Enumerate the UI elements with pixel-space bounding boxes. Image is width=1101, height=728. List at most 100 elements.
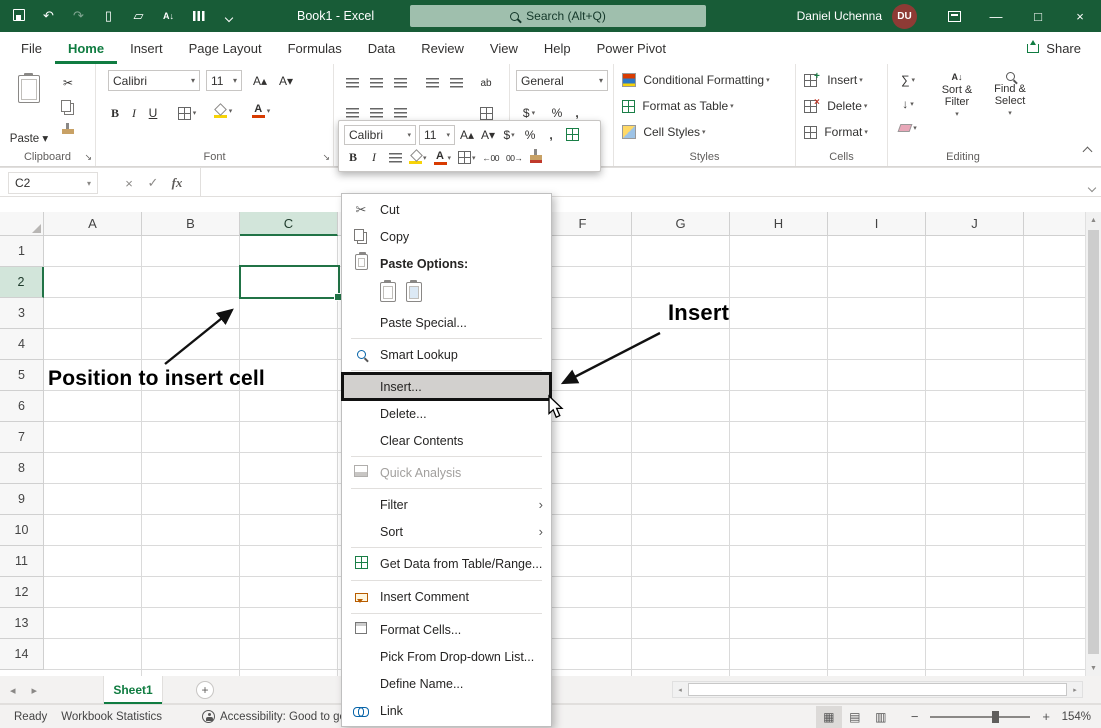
tab-review[interactable]: Review: [408, 32, 477, 64]
vertical-scroll-thumb[interactable]: [1088, 230, 1099, 654]
tab-power-pivot[interactable]: Power Pivot: [584, 32, 679, 64]
row-header-7[interactable]: 7: [0, 422, 44, 453]
formula-input[interactable]: [200, 168, 1071, 196]
menu-item-quick-analysis[interactable]: Quick Analysis: [342, 459, 551, 486]
enter-icon[interactable]: ✓: [142, 172, 164, 194]
mini-comma-icon[interactable]: ,: [542, 125, 560, 145]
row-header-8[interactable]: 8: [0, 453, 44, 484]
fill-button[interactable]: ↓▾: [894, 93, 922, 115]
new-file-icon[interactable]: ▯: [100, 8, 117, 24]
mini-fill-color-button[interactable]: ▾: [407, 148, 429, 168]
increase-font-icon[interactable]: A▴: [248, 70, 272, 92]
align-bottom-icon[interactable]: [390, 72, 410, 94]
paste-button[interactable]: Paste ▾: [6, 69, 52, 147]
mini-font-color-button[interactable]: A▾: [432, 148, 454, 168]
zoom-level[interactable]: 154%: [1053, 711, 1091, 723]
font-size-combo[interactable]: 11 ▾: [206, 70, 242, 91]
font-color-button[interactable]: A▾: [246, 100, 276, 122]
menu-item-sort[interactable]: Sort›: [342, 518, 551, 545]
row-header-11[interactable]: 11: [0, 546, 44, 577]
wrap-text-icon[interactable]: ab: [474, 72, 498, 94]
insert-function-icon[interactable]: fx: [166, 172, 188, 194]
cut-button[interactable]: ✂: [56, 72, 80, 94]
avatar[interactable]: DU: [892, 4, 917, 29]
column-header-b[interactable]: B: [142, 212, 240, 236]
mini-borders-button[interactable]: ▾: [456, 148, 478, 168]
bold-button[interactable]: B: [106, 102, 124, 124]
row-header-9[interactable]: 9: [0, 484, 44, 515]
menu-item-link[interactable]: Link: [342, 697, 551, 724]
paste-keep-formatting-icon[interactable]: [380, 282, 396, 305]
sheet-prev-icon[interactable]: ◂: [10, 684, 16, 697]
row-header-4[interactable]: 4: [0, 329, 44, 360]
autosum-button[interactable]: ∑▾: [894, 69, 922, 91]
column-header-a[interactable]: A: [44, 212, 142, 236]
row-header-6[interactable]: 6: [0, 391, 44, 422]
collapse-ribbon-icon[interactable]: [1084, 144, 1091, 158]
fill-color-button[interactable]: ▾: [208, 100, 238, 122]
mini-merge-icon[interactable]: [563, 125, 581, 145]
column-header-j[interactable]: J: [926, 212, 1024, 236]
cancel-icon[interactable]: ×: [118, 172, 140, 194]
row-header-10[interactable]: 10: [0, 515, 44, 546]
vertical-scrollbar[interactable]: ▲ ▼: [1085, 212, 1101, 676]
mini-font-size-combo[interactable]: 11▾: [419, 125, 455, 145]
row-header-13[interactable]: 13: [0, 608, 44, 639]
mini-increase-font-icon[interactable]: A▴: [458, 125, 476, 145]
scroll-down-icon[interactable]: ▼: [1086, 660, 1101, 676]
sheet-next-icon[interactable]: ▸: [32, 684, 38, 697]
conditional-formatting-button[interactable]: Conditional Formatting▾: [622, 69, 770, 91]
user-name[interactable]: Daniel Uchenna: [797, 9, 882, 23]
tab-view[interactable]: View: [477, 32, 531, 64]
zoom-out-icon[interactable]: −: [908, 709, 922, 724]
menu-item-get-data[interactable]: Get Data from Table/Range...: [342, 550, 551, 578]
mini-percent-icon[interactable]: %: [521, 125, 539, 145]
delete-cells-button[interactable]: × Delete▾: [804, 95, 867, 117]
font-name-combo[interactable]: Calibri ▾: [108, 70, 200, 91]
page-break-view-icon[interactable]: ▥: [868, 706, 894, 728]
mini-align-icon[interactable]: [386, 148, 404, 168]
sort-ascending-icon[interactable]: A↓: [160, 11, 177, 21]
menu-item-format-cells[interactable]: Format Cells...: [342, 616, 551, 643]
normal-view-icon[interactable]: ▦: [816, 706, 842, 728]
workbook-statistics[interactable]: Workbook Statistics: [61, 711, 162, 723]
tab-file[interactable]: File: [8, 32, 55, 64]
tab-insert[interactable]: Insert: [117, 32, 176, 64]
mini-decrease-decimal-icon[interactable]: ←00: [481, 148, 501, 168]
cell-styles-button[interactable]: Cell Styles▾: [622, 121, 706, 143]
menu-item-copy[interactable]: Copy: [342, 223, 551, 250]
minimize-button[interactable]: —: [975, 0, 1017, 32]
formula-bar-expand-icon[interactable]: [1089, 178, 1095, 196]
scroll-up-icon[interactable]: ▲: [1086, 212, 1101, 228]
scroll-right-icon[interactable]: ▸: [1068, 682, 1082, 697]
copy-button[interactable]: [56, 96, 80, 118]
close-button[interactable]: ×: [1059, 0, 1101, 32]
mini-italic-button[interactable]: I: [365, 148, 383, 168]
column-header-c[interactable]: C: [240, 212, 338, 236]
paste-values-icon[interactable]: [406, 282, 422, 305]
column-header-i[interactable]: I: [828, 212, 926, 236]
page-layout-view-icon[interactable]: ▤: [842, 706, 868, 728]
chart-icon[interactable]: [190, 9, 207, 24]
menu-item-insert-comment[interactable]: Insert Comment: [342, 583, 551, 611]
font-dialog-launcher-icon[interactable]: ↘: [322, 152, 330, 163]
align-top-icon[interactable]: [342, 72, 362, 94]
zoom-slider-thumb[interactable]: [992, 711, 999, 723]
format-as-table-button[interactable]: Format as Table▾: [622, 95, 734, 117]
maximize-button[interactable]: □: [1017, 0, 1059, 32]
row-header-2[interactable]: 2: [0, 267, 44, 298]
sort-filter-button[interactable]: A↓ Sort & Filter ▾: [932, 72, 982, 118]
mini-decrease-font-icon[interactable]: A▾: [479, 125, 497, 145]
decrease-indent-icon[interactable]: [422, 72, 442, 94]
menu-item-clear-contents[interactable]: Clear Contents: [342, 427, 551, 454]
selected-cell-c2[interactable]: [239, 265, 340, 299]
menu-item-delete[interactable]: Delete...: [342, 400, 551, 427]
share-button[interactable]: Share: [1007, 32, 1101, 64]
menu-item-paste-special[interactable]: Paste Special...: [342, 309, 551, 336]
zoom-in-icon[interactable]: +: [1039, 709, 1053, 724]
column-header-g[interactable]: G: [632, 212, 730, 236]
tab-help[interactable]: Help: [531, 32, 584, 64]
clear-button[interactable]: ▾: [894, 117, 922, 139]
open-icon[interactable]: ▱: [130, 8, 147, 24]
scroll-left-icon[interactable]: ◂: [673, 682, 687, 697]
